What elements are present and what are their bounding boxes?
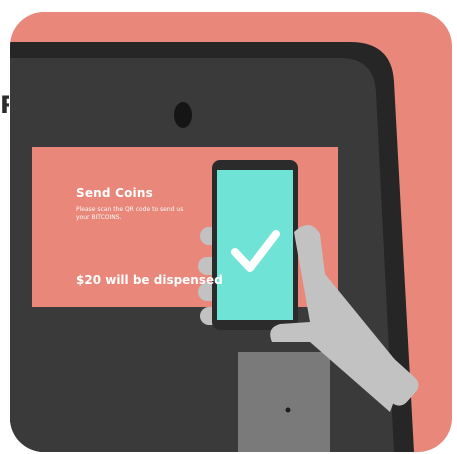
screen-instructions: Please scan the QR code to send us your … [76,206,184,221]
phone-screen [217,170,293,320]
atm-camera [174,102,192,128]
illustration-frame: Send Coins Please scan the QR code to se… [0,0,457,454]
atm-screen-content: Send Coins Please scan the QR code to se… [76,186,226,222]
atm-scene [10,42,419,452]
atm-illustration: Send Coins Please scan the QR code to se… [10,12,452,452]
dispenser-slot [238,352,330,452]
cropped-letter: R [0,90,9,120]
screen-title: Send Coins [76,186,153,200]
cash-dispenser [238,352,330,452]
screen-amount: $20 will be dispensed [76,273,223,287]
dispenser-dot [285,407,291,413]
